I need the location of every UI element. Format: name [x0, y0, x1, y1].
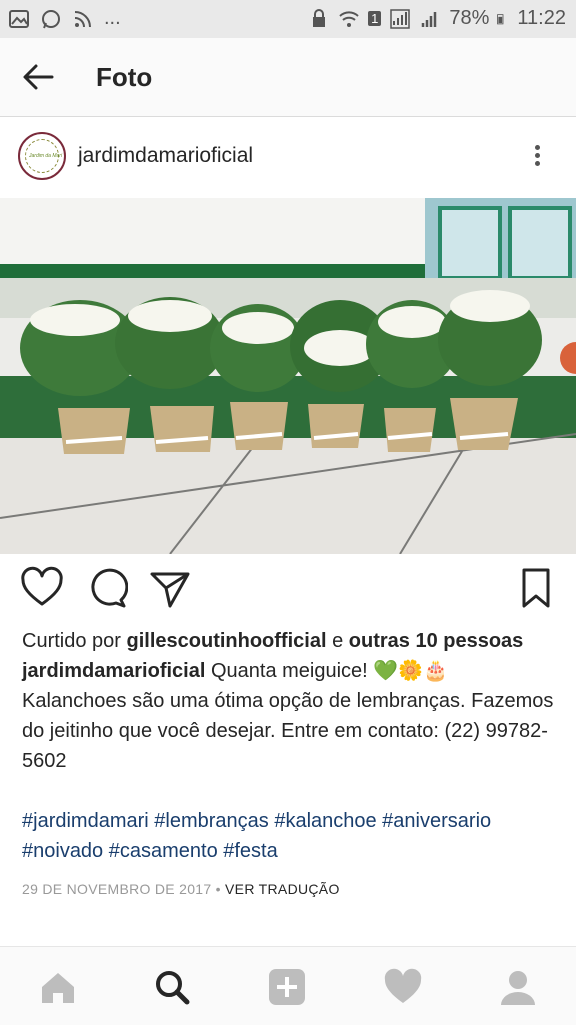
post-photo[interactable] — [0, 198, 576, 554]
signal-bars-icon — [422, 11, 437, 27]
bottom-navigation — [0, 946, 576, 1025]
comment-icon[interactable] — [84, 566, 128, 610]
wifi-icon — [339, 10, 359, 27]
likes-others[interactable]: outras 10 pessoas — [349, 630, 524, 652]
bookmark-icon[interactable] — [514, 566, 558, 610]
top-app-bar: Foto — [0, 38, 576, 117]
add-post-icon[interactable] — [267, 967, 307, 1007]
hashtags[interactable]: #jardimdamari #lembranças #kalanchoe #an… — [22, 806, 558, 866]
home-icon[interactable] — [38, 967, 78, 1007]
back-arrow-icon[interactable] — [20, 62, 56, 92]
caption-body: jardimdamarioficial Quanta meiguice! 💚🌼🎂… — [22, 656, 558, 776]
see-translation-link[interactable]: VER TRADUÇÃO — [225, 881, 340, 897]
search-icon[interactable] — [152, 967, 192, 1007]
post-actions — [0, 566, 576, 616]
liked-by-user[interactable]: gillescoutinhoofficial — [127, 630, 327, 652]
post-date-line: 29 DE NOVEMBRO DE 2017 • VER TRADUÇÃO — [22, 874, 558, 904]
page-title: Foto — [96, 62, 153, 92]
kalanchoe-plants-image — [0, 198, 576, 554]
more-notifications: ... — [104, 7, 121, 29]
share-icon[interactable] — [148, 566, 192, 610]
date-separator: • — [211, 881, 226, 897]
heart-icon[interactable] — [20, 566, 64, 610]
more-options-icon[interactable] — [528, 142, 546, 172]
likes-prefix: Curtido por — [22, 630, 127, 652]
post-username[interactable]: jardimdamarioficial — [78, 144, 253, 168]
whatsapp-icon — [42, 9, 60, 28]
clock: 11:22 — [517, 7, 566, 29]
battery-level: 78% — [449, 7, 490, 29]
post-header: Jardim da Mari jardimdamarioficial — [0, 118, 576, 198]
signal-icon — [390, 8, 411, 29]
post-caption: Curtido por gillescoutinhoofficial e out… — [22, 626, 558, 904]
lock-icon — [313, 8, 326, 27]
status-bar: ... 1 78% 11:22 — [0, 0, 576, 38]
rss-icon — [74, 10, 91, 27]
battery-icon — [497, 13, 504, 24]
activity-heart-icon[interactable] — [383, 967, 423, 1007]
avatar[interactable]: Jardim da Mari — [18, 132, 66, 180]
caption-username[interactable]: jardimdamarioficial — [22, 660, 205, 682]
avatar-logo-text: Jardim da Mari — [29, 153, 63, 159]
likes-line: Curtido por gillescoutinhoofficial e out… — [22, 626, 558, 656]
profile-icon[interactable] — [498, 967, 538, 1007]
post-date: 29 DE NOVEMBRO DE 2017 — [22, 881, 212, 897]
likes-middle: e — [326, 630, 349, 652]
gallery-icon — [9, 9, 29, 28]
sim-indicator: 1 — [368, 11, 382, 26]
